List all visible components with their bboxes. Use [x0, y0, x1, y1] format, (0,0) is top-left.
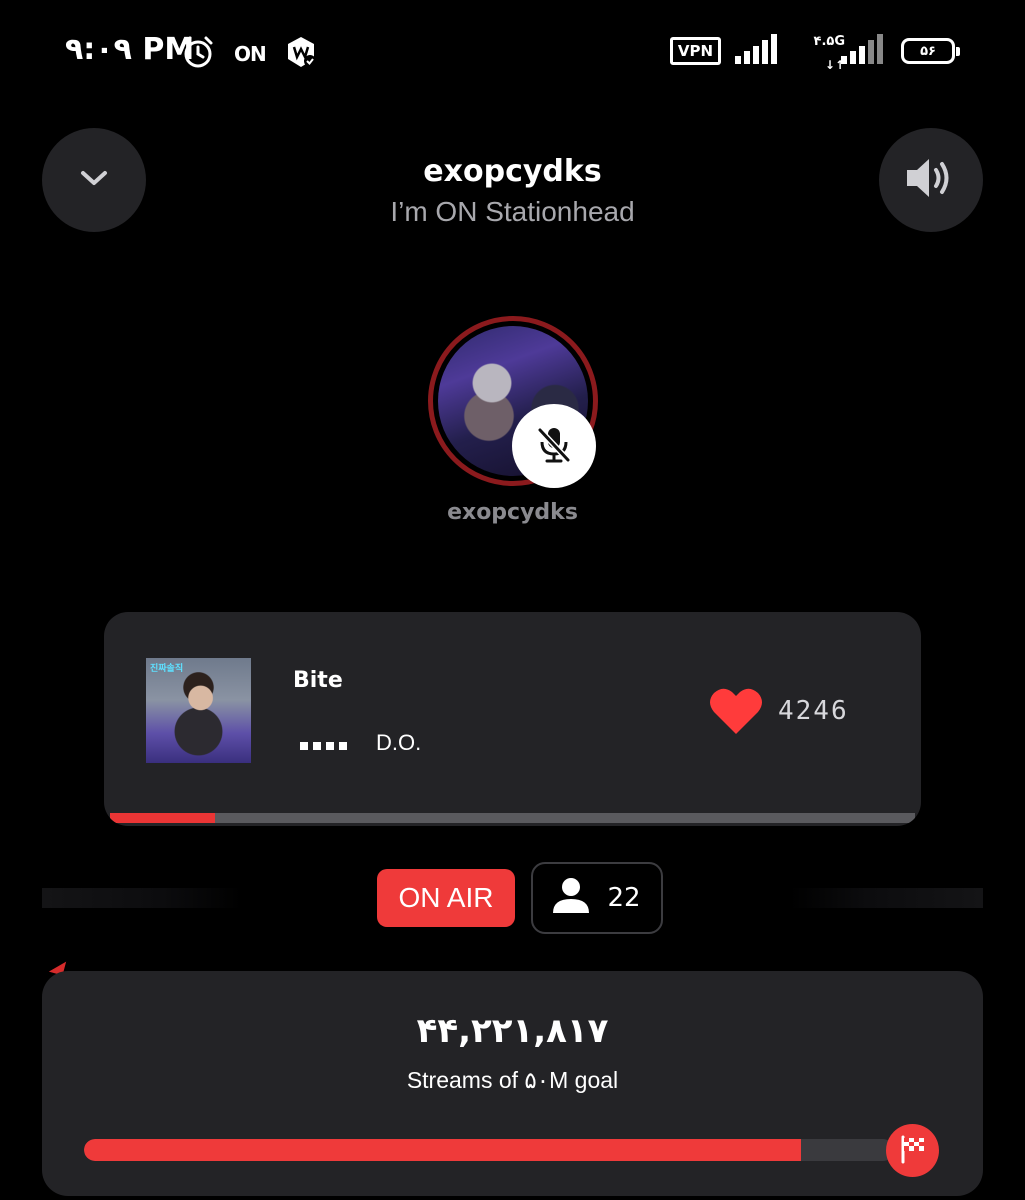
- heart-icon: [708, 688, 764, 740]
- on-air-badge: ON AIR: [377, 869, 515, 927]
- stream-goal-card: ۴۴,۲۲۱,۸۱۷ Streams of ۵۰M goal: [42, 971, 983, 1196]
- person-icon: [553, 877, 590, 920]
- stream-count: ۴۴,۲۲۱,۸۱۷: [416, 1011, 609, 1051]
- vpn-icon: VPN: [669, 37, 721, 65]
- album-art: 진짜솔직: [146, 658, 251, 763]
- host-avatar[interactable]: [428, 316, 598, 488]
- divider-left: [42, 888, 242, 908]
- mic-muted-badge: [512, 404, 596, 488]
- like-button[interactable]: [708, 686, 764, 736]
- battery-icon: ۵۶: [901, 38, 960, 64]
- status-left-icons: ON: [180, 34, 318, 74]
- track-title: Bite: [293, 668, 343, 693]
- alarm-icon: [180, 34, 216, 74]
- track-artist: D.O.: [376, 730, 422, 755]
- equalizer-icon: [300, 742, 347, 750]
- now-playing-card[interactable]: 진짜솔직 Bite D.O. 4246: [104, 612, 921, 826]
- listener-count: 22: [607, 883, 641, 913]
- status-bar: ۹:۰۹ PM ON ۴.۵G ↓↑ VPN ۵۶: [0, 0, 1025, 105]
- station-subtitle: I’m ON Stationhead: [390, 196, 635, 227]
- checkered-flag-icon: [898, 1134, 928, 1168]
- status-right-icons: VPN ۵۶: [669, 34, 960, 68]
- divider-right: [790, 888, 983, 908]
- station-title: exopcydks: [423, 154, 602, 189]
- volume-button[interactable]: [879, 128, 983, 232]
- volume-icon: [905, 156, 957, 204]
- listener-count-button[interactable]: 22: [531, 862, 663, 934]
- goal-progress-bar: [84, 1139, 894, 1161]
- track-progress-bar[interactable]: [110, 813, 915, 823]
- like-count: 4246: [778, 696, 849, 726]
- signal-icon: [735, 34, 781, 68]
- on-icon: ON: [234, 42, 267, 66]
- signal-2-icon: [841, 34, 887, 68]
- goal-label: Streams of ۵۰M goal: [406, 1067, 619, 1093]
- goal-progress-fill: [84, 1139, 801, 1161]
- goal-flag-badge: [886, 1124, 939, 1177]
- mic-off-icon: [532, 422, 576, 470]
- status-time: ۹:۰۹ PM: [65, 32, 195, 67]
- host-name: exopcydks: [447, 500, 578, 525]
- track-progress-fill: [110, 813, 215, 823]
- album-tag: 진짜솔직: [150, 664, 184, 674]
- app-badge-icon: [284, 35, 318, 73]
